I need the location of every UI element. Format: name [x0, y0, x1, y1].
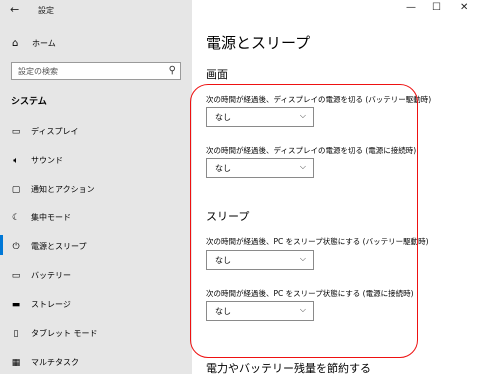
sidebar-item-label: タブレット モード	[31, 329, 98, 338]
sidebar-item-tablet[interactable]: ▯ タブレット モード	[11, 328, 98, 339]
speaker-icon: 🔈︎	[13, 155, 19, 166]
moon-icon: ☾	[11, 212, 21, 223]
sidebar-item-label: バッテリー	[31, 271, 71, 280]
home-label: ホーム	[32, 39, 56, 48]
sidebar-item-label: サウンド	[31, 156, 63, 165]
sidebar-item-label: マルチタスク	[31, 358, 79, 367]
sidebar-item-multitask[interactable]: ▦ マルチタスク	[11, 357, 79, 368]
window-title: 設定	[38, 6, 54, 15]
sidebar-item-label: 電源とスリープ	[31, 242, 87, 251]
multitask-icon: ▦	[11, 357, 21, 368]
sidebar-item-sound[interactable]: 🔈︎ サウンド	[11, 155, 63, 166]
screen-heading: 画面	[206, 68, 228, 81]
sidebar-item-storage[interactable]: ▬ ストレージ	[11, 299, 71, 310]
search-placeholder: 設定の検索	[18, 67, 58, 76]
notification-icon: ▢	[11, 184, 21, 195]
battery-icon: ▭	[11, 270, 21, 281]
sidebar-item-label: ストレージ	[31, 300, 71, 309]
sidebar-item-label: 集中モード	[31, 213, 71, 222]
search-icon[interactable]: ⚲	[169, 65, 176, 76]
sidebar: ← 設定 ⌂ ホーム 設定の検索 ⚲ システム ▭ ディスプレイ 🔈︎ サウンド…	[0, 0, 192, 374]
back-arrow-icon[interactable]: ←	[10, 3, 19, 16]
sidebar-item-display[interactable]: ▭ ディスプレイ	[11, 126, 79, 137]
tablet-icon: ▯	[13, 328, 19, 339]
power-icon: ⏻	[12, 241, 20, 252]
sidebar-item-label: 通知とアクション	[31, 185, 95, 194]
display-icon: ▭	[11, 126, 21, 137]
sidebar-item-notifications[interactable]: ▢ 通知とアクション	[11, 184, 95, 195]
sidebar-item-label: ディスプレイ	[31, 127, 79, 136]
home-icon: ⌂	[12, 38, 19, 49]
sidebar-item-focus[interactable]: ☾ 集中モード	[11, 212, 71, 223]
sidebar-item-power-sleep[interactable]: ⏻ 電源とスリープ	[0, 235, 87, 255]
system-section-title: システム	[11, 97, 47, 107]
storage-icon: ▬	[11, 299, 21, 310]
maximize-button[interactable]: ☐	[432, 2, 441, 13]
home-link[interactable]: ⌂ ホーム	[12, 38, 56, 49]
close-button[interactable]: ✕	[460, 2, 468, 13]
page-title: 電源とスリープ	[206, 34, 311, 52]
highlight-annotation	[190, 84, 418, 358]
sidebar-item-battery[interactable]: ▭ バッテリー	[11, 270, 71, 281]
settings-search-input[interactable]: 設定の検索 ⚲	[11, 62, 181, 80]
minimize-button[interactable]: —	[406, 2, 416, 13]
